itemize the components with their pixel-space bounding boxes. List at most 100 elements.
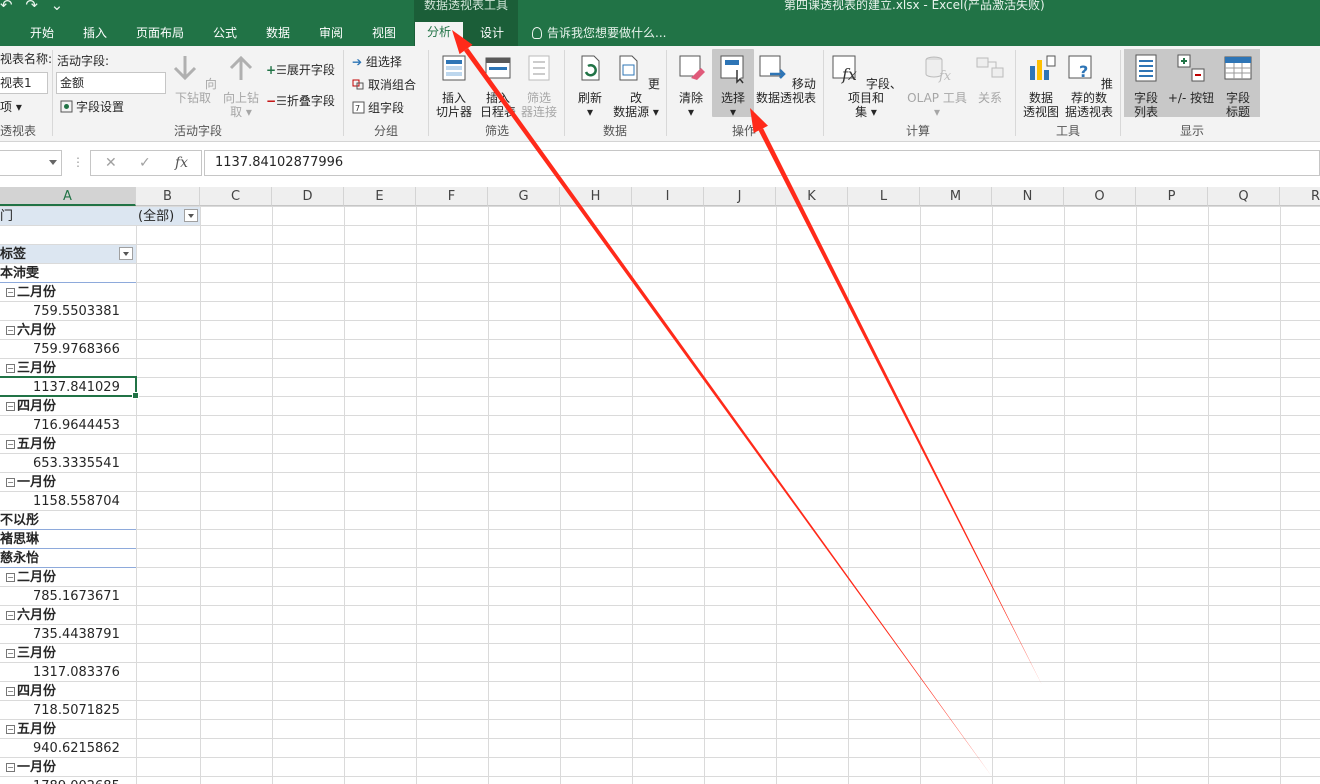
tab-page-layout[interactable]: 页面布局 bbox=[136, 24, 184, 46]
drill-down-button[interactable]: 向下钻取 bbox=[167, 52, 219, 105]
pivot-month-row[interactable]: − 一月份 bbox=[6, 473, 56, 492]
column-header-k[interactable]: K bbox=[776, 187, 848, 206]
active-field-input[interactable]: 金额 bbox=[56, 72, 166, 94]
pivot-value-cell[interactable]: 1789.002685 bbox=[33, 777, 120, 784]
plus-minus-buttons-button[interactable]: +/- 按钮 bbox=[1166, 52, 1216, 105]
collapse-toggle-icon[interactable]: − bbox=[6, 611, 15, 620]
field-settings-button[interactable]: 字段设置 bbox=[60, 98, 124, 115]
pivot-value-cell[interactable]: 718.5071825 bbox=[33, 701, 120, 720]
group-field-button[interactable]: 7 组字段 bbox=[352, 99, 404, 116]
column-header-g[interactable]: G bbox=[488, 187, 560, 206]
column-header-n[interactable]: N bbox=[992, 187, 1064, 206]
column-header-i[interactable]: I bbox=[632, 187, 704, 206]
row-labels-dropdown-button[interactable] bbox=[119, 247, 133, 260]
cancel-icon[interactable]: ✕ bbox=[105, 155, 117, 171]
filter-connections-button[interactable]: 筛选 器连接 bbox=[519, 52, 559, 119]
pivot-month-row[interactable]: − 二月份 bbox=[6, 283, 56, 302]
drill-up-button[interactable]: 向上钻取 ▾ bbox=[222, 52, 260, 119]
insert-slicer-button[interactable]: 插入 切片器 bbox=[434, 52, 474, 119]
pivot-value-cell[interactable]: 1317.083376 bbox=[33, 663, 120, 682]
column-header-l[interactable]: L bbox=[848, 187, 920, 206]
pivot-month-row[interactable]: − 一月份 bbox=[6, 758, 56, 777]
pivot-value-cell[interactable]: 716.9644453 bbox=[33, 416, 120, 435]
enter-icon[interactable]: ✓ bbox=[139, 155, 151, 171]
pivot-value-cell[interactable]: 759.9768366 bbox=[33, 340, 120, 359]
pivot-month-row[interactable]: − 六月份 bbox=[6, 321, 56, 340]
column-header-p[interactable]: P bbox=[1136, 187, 1208, 206]
pivot-group-row[interactable]: 褚思琳 bbox=[0, 530, 39, 549]
pivot-name-input[interactable]: 视表1 bbox=[0, 72, 48, 94]
pivot-value-cell[interactable]: 940.6215862 bbox=[33, 739, 120, 758]
field-list-button[interactable]: 字段 列表 bbox=[1126, 52, 1166, 119]
collapse-toggle-icon[interactable]: − bbox=[6, 478, 15, 487]
collapse-toggle-icon[interactable]: − bbox=[6, 288, 15, 297]
olap-tools-button[interactable]: fx OLAP 工具 ▾ bbox=[906, 52, 968, 119]
collapse-toggle-icon[interactable]: − bbox=[6, 326, 15, 335]
pivot-month-row[interactable]: − 六月份 bbox=[6, 606, 56, 625]
quick-access-toolbar[interactable]: ↶ ↷ ⌄ bbox=[0, 0, 67, 14]
refresh-button[interactable]: 刷新 ▾ bbox=[572, 52, 608, 119]
pivot-options-button[interactable]: 项 ▾ bbox=[0, 98, 22, 115]
clear-button[interactable]: 清除 ▾ bbox=[674, 52, 708, 119]
collapse-toggle-icon[interactable]: − bbox=[6, 573, 15, 582]
pivot-value-cell[interactable]: 785.1673671 bbox=[33, 587, 120, 606]
column-header-r[interactable]: R bbox=[1280, 187, 1320, 206]
change-data-source-button[interactable]: 更改 数据源 ▾ bbox=[612, 52, 660, 119]
pivot-month-row[interactable]: − 三月份 bbox=[6, 644, 56, 663]
pivot-value-cell[interactable]: 759.5503381 bbox=[33, 302, 120, 321]
collapse-toggle-icon[interactable]: − bbox=[6, 402, 15, 411]
fx-icon[interactable]: fx bbox=[175, 155, 188, 171]
resize-handle[interactable]: ⋮ bbox=[72, 155, 84, 169]
tab-home[interactable]: 开始 bbox=[30, 24, 54, 46]
pivot-chart-button[interactable]: 数据 透视图 bbox=[1020, 52, 1062, 119]
filter-dropdown-button[interactable] bbox=[184, 209, 198, 222]
field-headers-button[interactable]: 字段 标题 bbox=[1218, 52, 1258, 119]
collapse-field-button[interactable]: −☰折叠字段 bbox=[266, 92, 335, 109]
pivot-month-row[interactable]: − 四月份 bbox=[6, 682, 56, 701]
column-header-e[interactable]: E bbox=[344, 187, 416, 206]
pivot-group-row[interactable]: 慈永怡 bbox=[0, 549, 39, 568]
pivot-month-row[interactable]: − 五月份 bbox=[6, 720, 56, 739]
column-header-d[interactable]: D bbox=[272, 187, 344, 206]
pivot-filter-value[interactable]: (全部) bbox=[138, 207, 174, 226]
name-box[interactable] bbox=[0, 150, 62, 176]
group-selection-button[interactable]: ➔ 组选择 bbox=[352, 53, 402, 70]
column-header-o[interactable]: O bbox=[1064, 187, 1136, 206]
pivot-month-row[interactable]: − 四月份 bbox=[6, 397, 56, 416]
pivot-month-row[interactable]: − 二月份 bbox=[6, 568, 56, 587]
move-pivot-button[interactable]: 移动 数据透视表 bbox=[755, 52, 817, 105]
fields-items-sets-button[interactable]: fx 字段、项目和集 ▾ bbox=[828, 52, 904, 119]
tab-view[interactable]: 视图 bbox=[372, 24, 396, 46]
pivot-group-row[interactable]: 本沛雯 bbox=[0, 264, 39, 283]
pivot-value-cell[interactable]: 735.4438791 bbox=[33, 625, 120, 644]
tab-design[interactable]: 设计 bbox=[480, 24, 504, 46]
collapse-toggle-icon[interactable]: − bbox=[6, 364, 15, 373]
tab-insert[interactable]: 插入 bbox=[83, 24, 107, 46]
tab-formulas[interactable]: 公式 bbox=[213, 24, 237, 46]
tab-review[interactable]: 审阅 bbox=[319, 24, 343, 46]
tab-analyze[interactable]: 分析 bbox=[415, 22, 464, 46]
column-header-f[interactable]: F bbox=[416, 187, 488, 206]
worksheet-grid[interactable]: A B C D E F G H I J K L M N O P Q R 门 (全部) 标签 本沛雯 − 二月份 759.5503… bbox=[0, 187, 1320, 784]
select-button[interactable]: 选择 ▾ bbox=[712, 49, 754, 119]
formula-input[interactable]: 1137.84102877996 bbox=[204, 150, 1320, 176]
collapse-toggle-icon[interactable]: − bbox=[6, 649, 15, 658]
column-header-m[interactable]: M bbox=[920, 187, 992, 206]
collapse-toggle-icon[interactable]: − bbox=[6, 725, 15, 734]
pivot-month-row[interactable]: − 五月份 bbox=[6, 435, 56, 454]
tab-data[interactable]: 数据 bbox=[266, 24, 290, 46]
ungroup-button[interactable]: 取消组合 bbox=[352, 76, 416, 93]
recommended-pivot-button[interactable]: ? 推荐的数 据透视表 bbox=[1063, 52, 1115, 119]
expand-field-button[interactable]: +☰展开字段 bbox=[266, 61, 335, 78]
column-header-h[interactable]: H bbox=[560, 187, 632, 206]
pivot-value-cell[interactable]: 1158.558704 bbox=[33, 492, 120, 511]
relationships-button[interactable]: 关系 bbox=[970, 52, 1010, 105]
column-header-j[interactable]: J bbox=[704, 187, 776, 206]
column-header-c[interactable]: C bbox=[200, 187, 272, 206]
insert-timeline-button[interactable]: 插入 日程表 bbox=[478, 52, 518, 119]
collapse-toggle-icon[interactable]: − bbox=[6, 687, 15, 696]
column-header-a[interactable]: A bbox=[0, 187, 136, 206]
collapse-toggle-icon[interactable]: − bbox=[6, 763, 15, 772]
pivot-value-cell[interactable]: 653.3335541 bbox=[33, 454, 120, 473]
column-header-q[interactable]: Q bbox=[1208, 187, 1280, 206]
